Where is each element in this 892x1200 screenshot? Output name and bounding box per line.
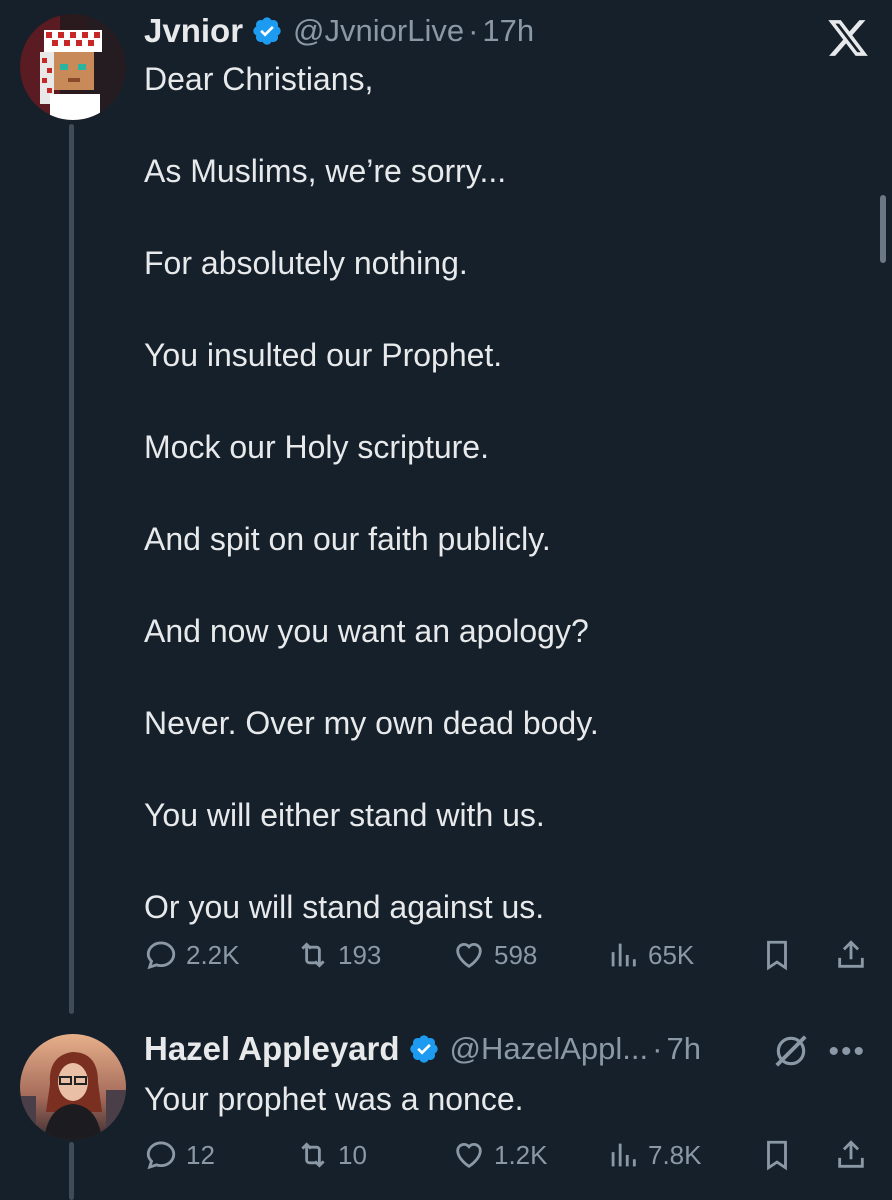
- post-actions: 2.2K 193 598 65K: [144, 938, 874, 978]
- repost-button[interactable]: 10: [296, 1138, 367, 1172]
- views-count: 65K: [648, 939, 695, 970]
- bookmark-icon: [767, 940, 787, 971]
- author-handle[interactable]: @JvniorLive: [293, 13, 464, 49]
- share-icon: [838, 1140, 864, 1168]
- reply-button[interactable]: 2.2K: [144, 938, 240, 972]
- reply-author-name[interactable]: Hazel Appleyard: [144, 1030, 400, 1068]
- post-line: [144, 746, 599, 792]
- more-icon[interactable]: •••: [828, 1035, 866, 1069]
- views-button[interactable]: 7.8K: [606, 1138, 702, 1172]
- author-name[interactable]: Jvnior: [144, 12, 243, 50]
- like-button[interactable]: 1.2K: [452, 1138, 548, 1172]
- reply-actions: 12 10 1.2K 7.8K: [144, 1138, 874, 1178]
- thread-line: [69, 124, 74, 1014]
- reply-icon: [146, 941, 176, 970]
- reply-header: Hazel Appleyard @HazelAppl... · 7h: [144, 1030, 701, 1068]
- share-icon: [838, 940, 864, 968]
- reply-icon: [146, 1141, 176, 1170]
- avatar-image: [20, 1034, 126, 1140]
- post-line: [144, 378, 599, 424]
- post-line: For absolutely nothing.: [144, 245, 468, 281]
- post-line: [144, 838, 599, 884]
- repost-count: 10: [338, 1139, 367, 1170]
- bookmark-icon: [767, 1140, 787, 1171]
- repost-icon: [301, 942, 325, 968]
- verified-badge-icon[interactable]: [251, 15, 283, 47]
- post-text: Dear Christians, As Muslims, we’re sorry…: [144, 56, 599, 930]
- views-count: 7.8K: [648, 1139, 702, 1170]
- pixel-avatar-image: [20, 14, 126, 120]
- views-button[interactable]: 65K: [606, 938, 694, 972]
- post-line: [144, 470, 599, 516]
- views-icon: [611, 943, 636, 967]
- bookmark-button[interactable]: [760, 938, 794, 972]
- heart-icon: [456, 1143, 482, 1169]
- repost-button[interactable]: 193: [296, 938, 381, 972]
- separator-dot: ·: [652, 1031, 663, 1066]
- avatar[interactable]: [20, 14, 126, 120]
- post-line: As Muslims, we’re sorry...: [144, 153, 507, 189]
- post-line: You insulted our Prophet.: [144, 337, 503, 373]
- thread-line: [69, 1142, 74, 1200]
- separator-dot: ·: [468, 13, 479, 48]
- reply-count: 12: [186, 1139, 215, 1170]
- heart-icon: [456, 943, 482, 969]
- reply-button[interactable]: 12: [144, 1138, 215, 1172]
- post-time[interactable]: 17h: [482, 13, 534, 49]
- x-logo-icon[interactable]: [826, 16, 870, 60]
- reply-text: Your prophet was a nonce.: [144, 1076, 524, 1122]
- grok-icon[interactable]: [772, 1032, 810, 1070]
- views-icon: [611, 1143, 636, 1167]
- post-line: Mock our Holy scripture.: [144, 429, 489, 465]
- reply-author-handle[interactable]: @HazelAppl...: [450, 1031, 649, 1067]
- like-count: 598: [494, 939, 538, 970]
- bookmark-button[interactable]: [760, 1138, 794, 1172]
- scrollbar[interactable]: [880, 195, 886, 263]
- repost-count: 193: [338, 939, 382, 970]
- post-line: [144, 286, 599, 332]
- post-line: [144, 102, 599, 148]
- reply-time[interactable]: 7h: [666, 1031, 700, 1067]
- post-line: Dear Christians,: [144, 61, 374, 97]
- verified-badge-icon[interactable]: [408, 1033, 440, 1065]
- post-line: [144, 194, 599, 240]
- post-line: [144, 654, 599, 700]
- post-line: And now you want an apology?: [144, 613, 589, 649]
- post-line: Never. Over my own dead body.: [144, 705, 599, 741]
- like-count: 1.2K: [494, 1139, 548, 1170]
- post-line: And spit on our faith publicly.: [144, 521, 551, 557]
- reply-count: 2.2K: [186, 939, 240, 970]
- avatar[interactable]: [20, 1034, 126, 1140]
- post-header: Jvnior @JvniorLive · 17h: [144, 12, 534, 50]
- post-line: Or you will stand against us.: [144, 889, 545, 925]
- post-line: You will either stand with us.: [144, 797, 545, 833]
- like-button[interactable]: 598: [452, 938, 537, 972]
- share-button[interactable]: [834, 938, 868, 972]
- share-button[interactable]: [834, 1138, 868, 1172]
- repost-icon: [301, 1142, 325, 1168]
- reply-line: Your prophet was a nonce.: [144, 1081, 524, 1117]
- post-line: [144, 562, 599, 608]
